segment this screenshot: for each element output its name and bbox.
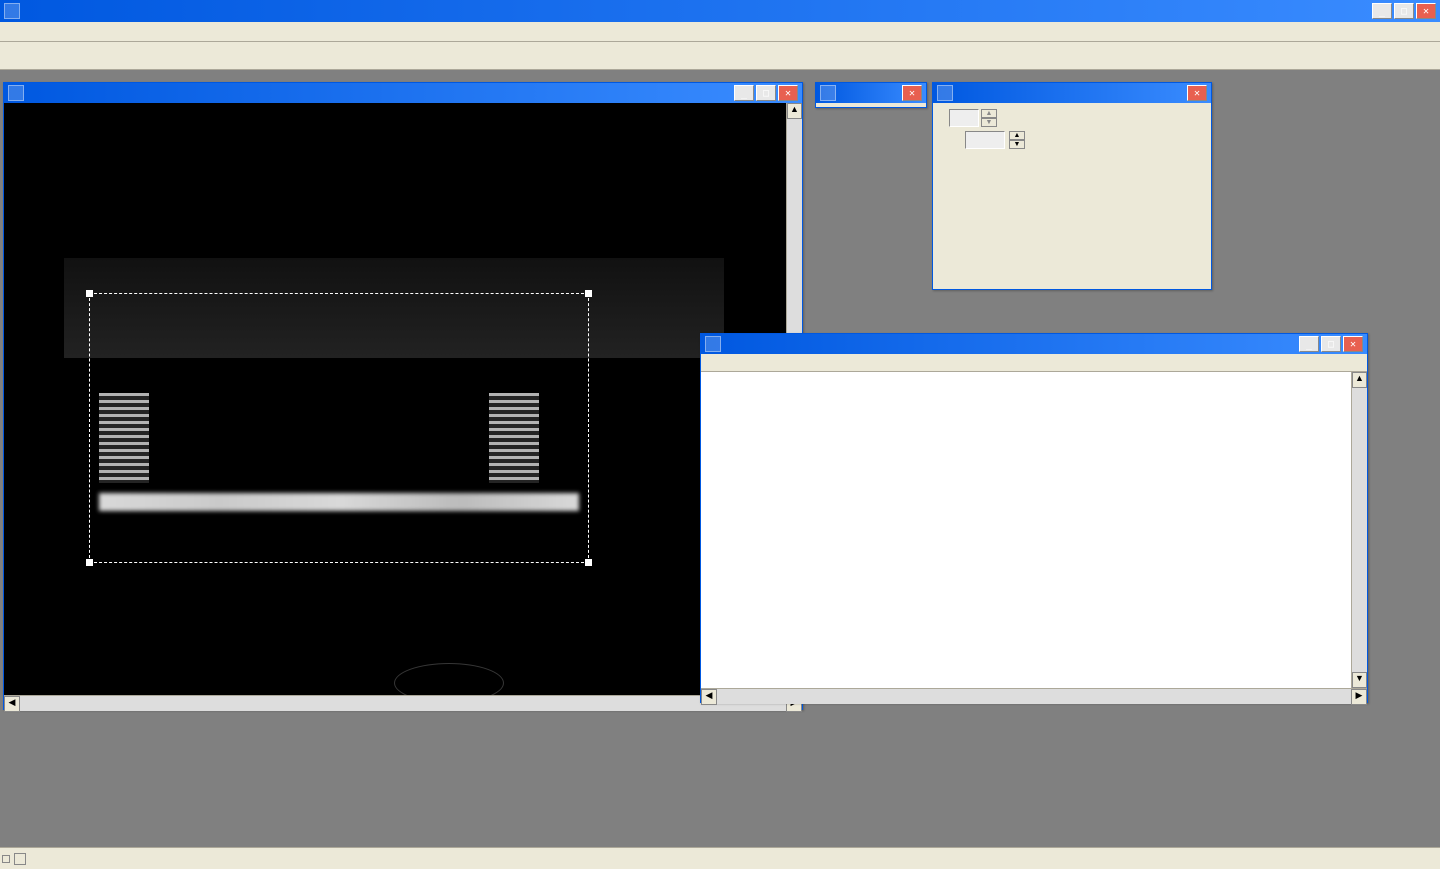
profile-icon [705,336,721,352]
app-icon [4,3,20,19]
lane-width-field [949,109,979,127]
lanes-dialog: ✕ ▲▼ ▲▼ [932,82,1212,290]
img-minimize-button[interactable]: _ [734,85,754,101]
image-window: _ □ ✕ [3,82,803,710]
minimize-button[interactable]: _ [1372,3,1392,19]
status-icon-2 [14,853,26,865]
profile-scroll-h[interactable]: ◀▶ [701,688,1367,704]
profile-close-button[interactable]: ✕ [1343,336,1363,352]
profile-maximize-button[interactable]: □ [1321,336,1341,352]
close-button[interactable]: ✕ [1416,3,1436,19]
gel-image-canvas[interactable] [4,103,786,695]
lane-width-spinner[interactable]: ▲▼ [981,109,997,127]
lane-profile-window: _ □ ✕ ▲▼ ◀▶ [700,333,1368,703]
maximize-button[interactable]: □ [1394,3,1414,19]
onedgel-close-button[interactable]: ✕ [902,85,922,101]
app-menubar [0,22,1440,42]
img-maximize-button[interactable]: □ [756,85,776,101]
lookfor-field [965,131,1005,149]
img-scroll-h[interactable]: ◀▶ [4,695,802,711]
profile-minimize-button[interactable]: _ [1299,336,1319,352]
panel-icon [820,85,836,101]
img-close-button[interactable]: ✕ [778,85,798,101]
app-titlebar: _ □ ✕ [0,0,1440,22]
onedgel-panel: ✕ [815,82,927,108]
status-bar [0,847,1440,869]
lanes-icon [937,85,953,101]
status-icon-1 [2,855,10,863]
app-toolbar [0,42,1440,70]
lanes-close-button[interactable]: ✕ [1187,85,1207,101]
profile-scroll-v[interactable]: ▲▼ [1351,372,1367,688]
profile-chart[interactable] [701,372,1351,688]
mdi-area: _ □ ✕ [0,70,1440,847]
gel-icon [8,85,24,101]
lookfor-spinner[interactable]: ▲▼ [1009,131,1025,149]
